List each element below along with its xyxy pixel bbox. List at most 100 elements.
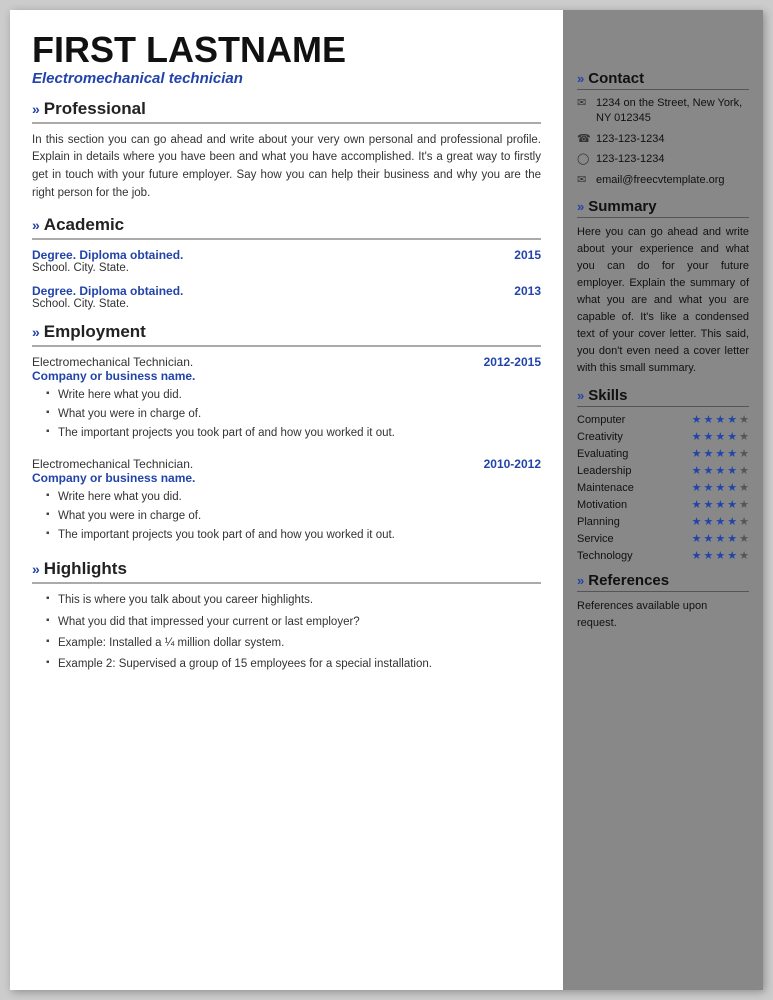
skill-row-5: Motivation ★★★★★ bbox=[577, 498, 749, 511]
contact-phone2: 123-123-1234 bbox=[596, 152, 665, 167]
star-filled: ★ bbox=[704, 447, 714, 460]
academic-heading: Academic bbox=[44, 215, 124, 235]
references-divider bbox=[577, 591, 749, 592]
skill-stars-7: ★★★★★ bbox=[692, 532, 749, 545]
skill-name-5: Motivation bbox=[577, 499, 647, 511]
skill-stars-0: ★★★★★ bbox=[692, 413, 749, 426]
skill-row-2: Evaluating★★★★★ bbox=[577, 447, 749, 460]
star-filled: ★ bbox=[727, 464, 737, 477]
employment-arrows-icon: » bbox=[32, 324, 40, 340]
skills-divider bbox=[577, 406, 749, 407]
highlight-2: What you did that impressed your current… bbox=[48, 614, 541, 630]
skills-section-header: » Skills bbox=[577, 387, 749, 404]
references-text: References available upon request. bbox=[577, 598, 749, 631]
star-empty: ★ bbox=[739, 481, 749, 494]
contact-phone1: 123-123-1234 bbox=[596, 132, 665, 147]
emp-bullets-2: Write here what you did. What you were i… bbox=[32, 489, 541, 543]
highlights-list: This is where you talk about you career … bbox=[32, 592, 541, 671]
star-filled: ★ bbox=[704, 464, 714, 477]
star-empty: ★ bbox=[739, 549, 749, 562]
professional-heading: Professional bbox=[44, 99, 146, 119]
star-filled: ★ bbox=[704, 498, 714, 511]
star-filled: ★ bbox=[692, 498, 702, 511]
contact-arrows-icon: » bbox=[577, 71, 584, 86]
professional-text: In this section you can go ahead and wri… bbox=[32, 132, 541, 203]
email-icon: ✉ bbox=[577, 173, 591, 188]
star-empty: ★ bbox=[739, 498, 749, 511]
star-empty: ★ bbox=[739, 413, 749, 426]
skill-name-6: Planning bbox=[577, 516, 647, 528]
star-filled: ★ bbox=[715, 430, 725, 443]
star-filled: ★ bbox=[715, 413, 725, 426]
highlight-3: Example: Installed a ¼ million dollar sy… bbox=[48, 635, 541, 651]
contact-email-item: ✉ email@freecvtemplate.org bbox=[577, 173, 749, 188]
star-filled: ★ bbox=[715, 532, 725, 545]
star-filled: ★ bbox=[704, 515, 714, 528]
skill-row-8: Technology★★★★★ bbox=[577, 549, 749, 562]
star-filled: ★ bbox=[692, 430, 702, 443]
emp-bullet-1-2: What you were in charge of. bbox=[48, 406, 541, 422]
references-arrows-icon: » bbox=[577, 573, 584, 588]
emp-bullet-2-1: Write here what you did. bbox=[48, 489, 541, 505]
skill-name-1: Creativity bbox=[577, 431, 647, 443]
star-filled: ★ bbox=[692, 532, 702, 545]
professional-arrows-icon: » bbox=[32, 101, 40, 117]
academic-entry-2: Degree. Diploma obtained. 2013 School. C… bbox=[32, 284, 541, 310]
skills-arrows-icon: » bbox=[577, 388, 584, 403]
skill-row-0: Computer★★★★★ bbox=[577, 413, 749, 426]
star-filled: ★ bbox=[704, 481, 714, 494]
contact-address-item: ✉ 1234 on the Street, New York, NY 01234… bbox=[577, 96, 749, 127]
phone1-icon: ☎ bbox=[577, 132, 591, 147]
summary-divider bbox=[577, 217, 749, 218]
skill-stars-4: ★★★★★ bbox=[692, 481, 749, 494]
star-filled: ★ bbox=[692, 413, 702, 426]
star-empty: ★ bbox=[739, 464, 749, 477]
skill-row-4: Maintenace★★★★★ bbox=[577, 481, 749, 494]
contact-email: email@freecvtemplate.org bbox=[596, 173, 725, 188]
emp-company-2: Company or business name. bbox=[32, 471, 541, 485]
star-filled: ★ bbox=[704, 532, 714, 545]
summary-text: Here you can go ahead and write about yo… bbox=[577, 224, 749, 377]
emp-bullet-2-3: The important projects you took part of … bbox=[48, 527, 541, 543]
references-section-header: » References bbox=[577, 572, 749, 589]
emp-bullet-1-3: The important projects you took part of … bbox=[48, 425, 541, 441]
emp-title-2: Electromechanical Technician. bbox=[32, 457, 193, 471]
job-title: Electromechanical technician bbox=[32, 70, 541, 87]
skill-stars-3: ★★★★★ bbox=[692, 464, 749, 477]
star-filled: ★ bbox=[727, 498, 737, 511]
skill-name-0: Computer bbox=[577, 414, 647, 426]
highlight-4: Example 2: Supervised a group of 15 empl… bbox=[48, 656, 541, 672]
skill-name-3: Leadership bbox=[577, 465, 647, 477]
star-filled: ★ bbox=[715, 481, 725, 494]
emp-row-2: Electromechanical Technician. 2010-2012 bbox=[32, 457, 541, 471]
star-filled: ★ bbox=[715, 464, 725, 477]
academic-divider bbox=[32, 238, 541, 240]
resume-page: FIRST LASTNAME Electromechanical technic… bbox=[10, 10, 763, 990]
skill-row-1: Creativity★★★★★ bbox=[577, 430, 749, 443]
star-empty: ★ bbox=[739, 532, 749, 545]
star-filled: ★ bbox=[692, 515, 702, 528]
degree-label-2: Degree. Diploma obtained. bbox=[32, 284, 183, 298]
star-filled: ★ bbox=[727, 532, 737, 545]
emp-company-1: Company or business name. bbox=[32, 369, 541, 383]
academic-row-2: Degree. Diploma obtained. 2013 bbox=[32, 284, 541, 298]
phone2-icon: ◯ bbox=[577, 152, 591, 167]
emp-row-1: Electromechanical Technician. 2012-2015 bbox=[32, 355, 541, 369]
academic-section-header: » Academic bbox=[32, 215, 541, 235]
star-filled: ★ bbox=[727, 549, 737, 562]
emp-dates-2: 2010-2012 bbox=[484, 457, 541, 471]
star-filled: ★ bbox=[727, 447, 737, 460]
skills-heading: Skills bbox=[588, 387, 627, 404]
highlights-heading: Highlights bbox=[44, 559, 127, 579]
star-filled: ★ bbox=[727, 413, 737, 426]
degree-year-1: 2015 bbox=[514, 248, 541, 262]
address-icon: ✉ bbox=[577, 96, 591, 111]
star-filled: ★ bbox=[715, 515, 725, 528]
skill-row-7: Service★★★★★ bbox=[577, 532, 749, 545]
skill-stars-5: ★★★★★ bbox=[692, 498, 749, 511]
school-label-1: School. City. State. bbox=[32, 262, 541, 274]
star-filled: ★ bbox=[704, 413, 714, 426]
contact-phone1-item: ☎ 123-123-1234 bbox=[577, 132, 749, 147]
academic-row-1: Degree. Diploma obtained. 2015 bbox=[32, 248, 541, 262]
summary-section-header: » Summary bbox=[577, 198, 749, 215]
